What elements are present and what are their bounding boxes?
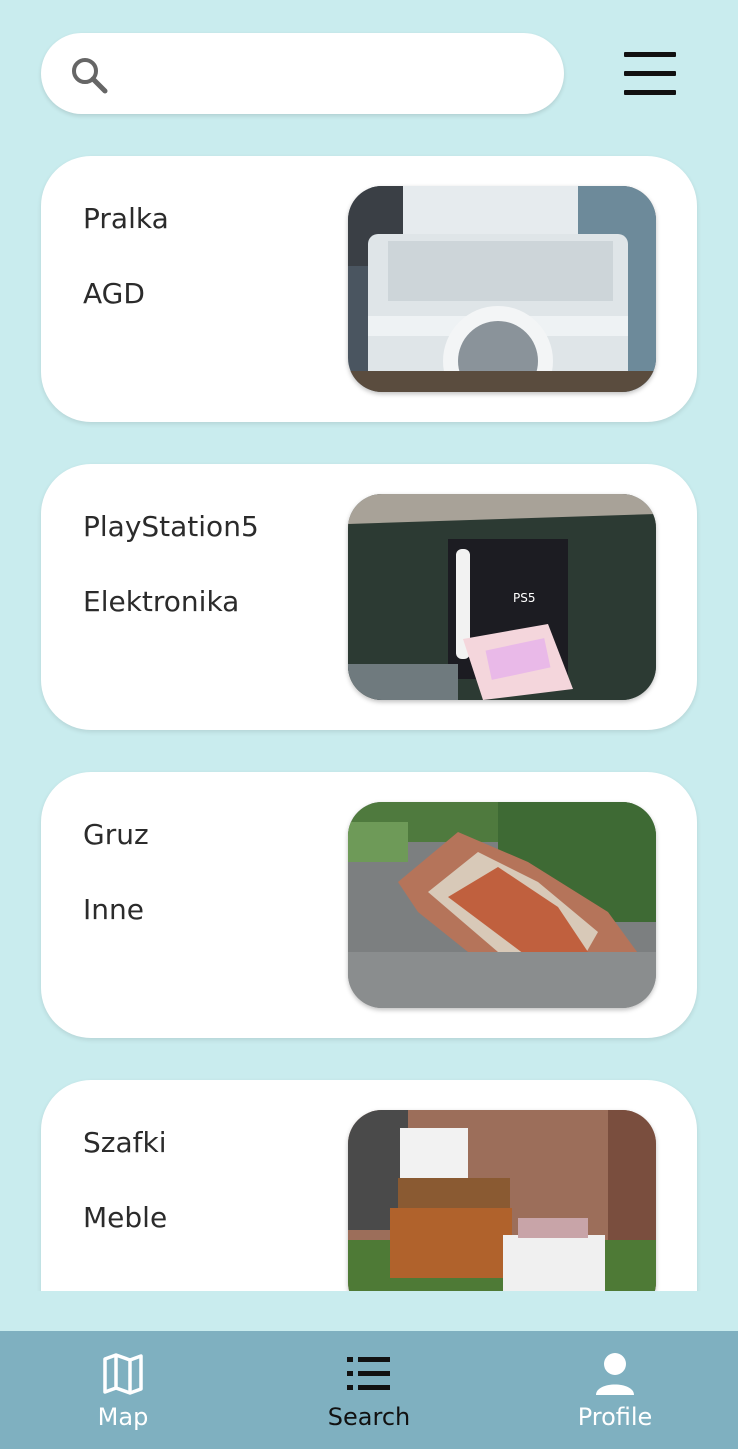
svg-text:PS5: PS5 <box>513 591 536 605</box>
item-category: Meble <box>83 1201 168 1234</box>
rubble-pile-photo <box>348 802 656 1008</box>
item-title: PlayStation5 <box>83 510 259 543</box>
search-icon <box>72 58 108 94</box>
nav-label: Profile <box>577 1403 653 1431</box>
hamburger-menu-icon <box>624 52 676 57</box>
item-title: Pralka <box>83 202 169 235</box>
nav-map[interactable]: Map <box>0 1331 246 1449</box>
list-item[interactable]: PlayStation5 Elektronika PS5 <box>41 464 697 730</box>
washing-machine-photo <box>348 186 656 392</box>
cabinets-photo <box>348 1110 656 1291</box>
nav-profile[interactable]: Profile <box>492 1331 738 1449</box>
nav-label: Search <box>327 1403 411 1431</box>
search-bar[interactable] <box>41 33 564 114</box>
item-title: Szafki <box>83 1126 167 1159</box>
list-item[interactable]: Gruz Inne <box>41 772 697 1038</box>
list-item[interactable]: Szafki Meble <box>41 1080 697 1291</box>
item-list[interactable]: Pralka AGD PlayStation5 Elektronika PS5 … <box>0 150 738 1291</box>
person-icon <box>596 1353 634 1395</box>
ps5-box-photo: PS5 <box>348 494 656 700</box>
item-title: Gruz <box>83 818 149 851</box>
nav-search[interactable]: Search <box>246 1331 492 1449</box>
map-icon <box>103 1353 143 1395</box>
list-item[interactable]: Pralka AGD <box>41 156 697 422</box>
item-category: Elektronika <box>83 585 240 618</box>
bottom-nav: Map Search Profile <box>0 1331 738 1449</box>
list-icon <box>347 1357 390 1390</box>
search-input[interactable] <box>121 51 541 97</box>
hamburger-menu-icon-bar <box>624 90 676 95</box>
menu-button[interactable] <box>620 48 682 100</box>
item-category: Inne <box>83 893 144 926</box>
item-category: AGD <box>83 277 145 310</box>
hamburger-menu-icon-bar <box>624 71 676 76</box>
nav-label: Map <box>97 1403 149 1431</box>
